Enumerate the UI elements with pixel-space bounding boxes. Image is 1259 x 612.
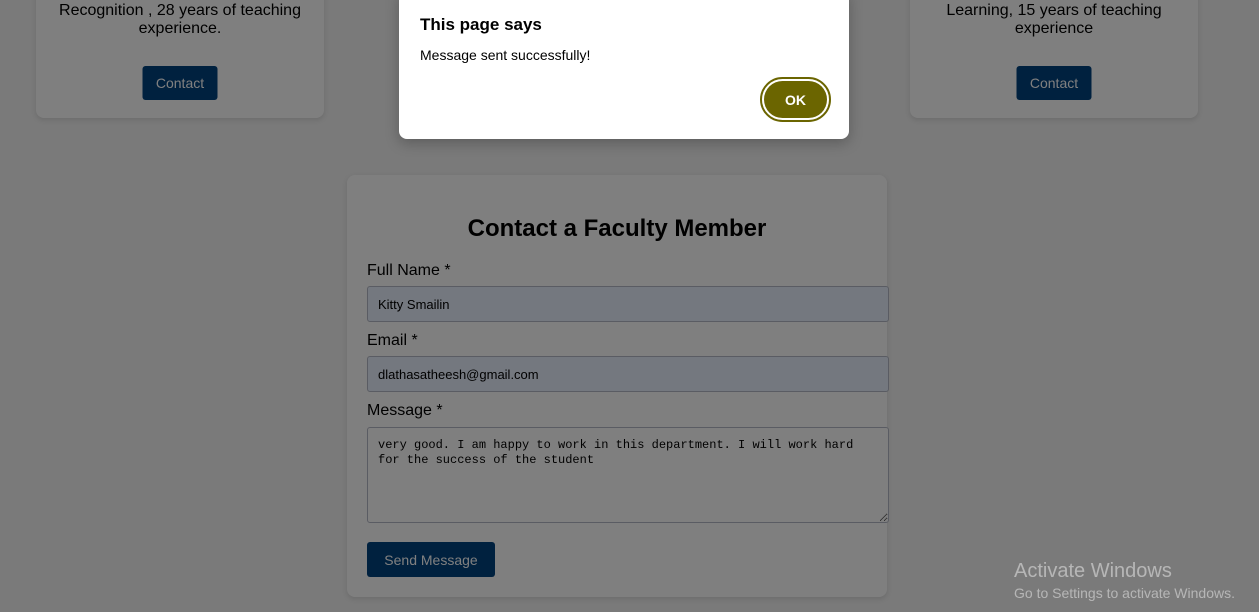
activation-watermark: Activate Windows Go to Settings to activ… [1014, 560, 1235, 602]
watermark-title: Activate Windows [1014, 560, 1172, 582]
dialog-message: Message sent successfully! [420, 47, 591, 63]
watermark-subtitle: Go to Settings to activate Windows. [1014, 585, 1235, 601]
ok-focus-ring: OK [760, 77, 831, 122]
alert-dialog: This page says Message sent successfully… [399, 0, 849, 139]
ok-button[interactable]: OK [764, 81, 827, 118]
dialog-title: This page says [420, 15, 542, 34]
